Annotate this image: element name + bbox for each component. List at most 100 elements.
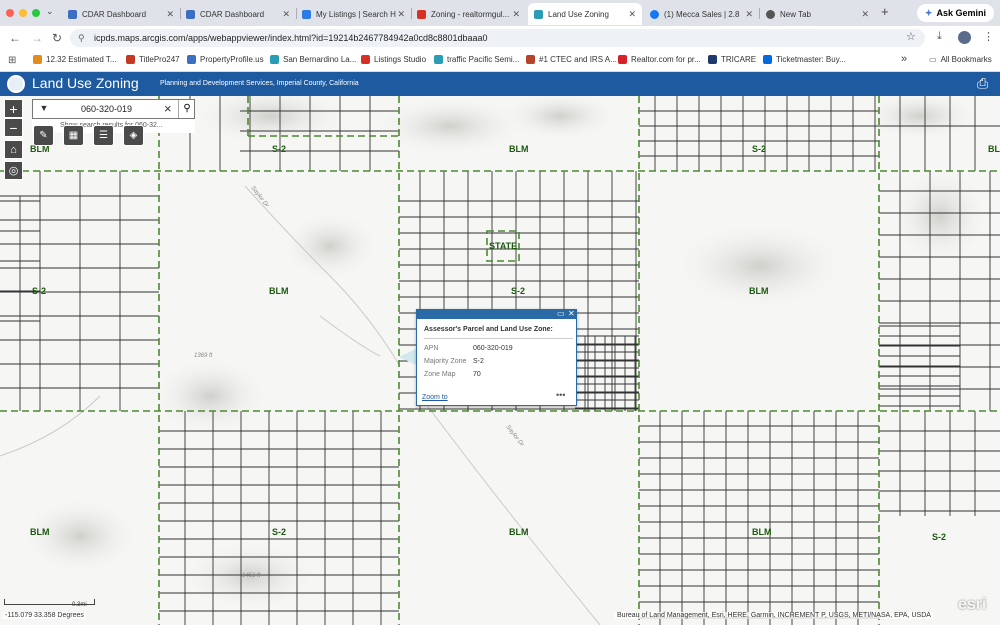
- identify-popup: ▭ ✕ Assessor's Parcel and Land Use Zone:…: [416, 309, 577, 406]
- legend-icon[interactable]: ☰: [93, 125, 114, 146]
- tab-label: (1) Mecca Sales | 2.8: [664, 9, 740, 19]
- gemini-label: Ask Gemini: [936, 8, 986, 18]
- popup-field-label: Zone Map: [424, 371, 456, 378]
- popup-field-label: APN: [424, 345, 439, 352]
- layer-list-icon[interactable]: ◈: [123, 125, 144, 146]
- site-info-icon[interactable]: ⚲: [78, 33, 85, 44]
- tab-mecca-sales[interactable]: (1) Mecca Sales | 2.8 ✕: [644, 3, 759, 25]
- tab-close-icon[interactable]: ✕: [282, 9, 290, 20]
- map-view[interactable]: BLM S-2 BLM S-2 BLM S-2 BLM S-2 BLM STAT…: [0, 96, 1000, 625]
- tab-zoning[interactable]: Zoning - realtormgul... ✕: [411, 3, 526, 25]
- tab-close-icon[interactable]: ✕: [745, 9, 753, 20]
- zone-label: S-2: [511, 286, 526, 296]
- print-icon[interactable]: ⎙: [977, 75, 994, 92]
- bookmark-label: TRICARE: [721, 55, 757, 64]
- bookmark-item[interactable]: TRICARE: [708, 55, 756, 64]
- bookmark-item[interactable]: 12.32 Estimated T...: [33, 55, 117, 64]
- bookmark-label: traffic Pacific Semi...: [447, 55, 520, 64]
- tab-close-icon[interactable]: ✕: [861, 9, 869, 20]
- search-input[interactable]: 060-320-019: [81, 104, 132, 114]
- bookmark-star-icon[interactable]: ☆: [906, 30, 916, 43]
- tab-label: New Tab: [780, 9, 811, 19]
- bookmarks-overflow-button[interactable]: »: [901, 53, 907, 65]
- tab-close-icon[interactable]: ✕: [628, 9, 636, 20]
- maximize-popup-icon[interactable]: ▭: [557, 309, 565, 318]
- clear-search-icon[interactable]: ×: [164, 101, 172, 116]
- close-window-button[interactable]: [6, 9, 14, 17]
- draw-pencil-icon[interactable]: ✎: [33, 125, 54, 146]
- tab-close-icon[interactable]: ✕: [166, 9, 174, 20]
- close-popup-icon[interactable]: ✕: [568, 309, 575, 318]
- zone-label: BLM: [509, 144, 529, 154]
- back-arrow-icon[interactable]: ←: [9, 31, 21, 45]
- reload-icon[interactable]: ↻: [52, 31, 62, 45]
- popup-more-actions-icon[interactable]: •••: [556, 390, 565, 400]
- zone-label: BLM: [509, 527, 529, 537]
- address-bar-row: ← → ↻ ⚲ icpds.maps.arcgis.com/apps/webap…: [0, 26, 1000, 50]
- bookmark-item[interactable]: traffic Pacific Semi...: [434, 55, 519, 64]
- download-icon[interactable]: ⤓: [937, 30, 942, 43]
- apps-grid-icon[interactable]: ⊞: [8, 55, 16, 66]
- tab-cdar-dashboard-2[interactable]: CDAR Dashboard ✕: [180, 3, 296, 25]
- url-field[interactable]: ⚲ icpds.maps.arcgis.com/apps/webappviewe…: [70, 29, 925, 47]
- search-icon[interactable]: ⚲: [178, 100, 195, 118]
- my-location-icon[interactable]: ◎: [4, 161, 23, 180]
- elevation-label: 1369 ft: [194, 353, 213, 359]
- bookmark-favicon-icon: [33, 55, 42, 64]
- tab-favicon-icon: [186, 9, 195, 19]
- tab-close-icon[interactable]: ✕: [512, 9, 520, 20]
- app-title: Land Use Zoning: [32, 75, 139, 91]
- esri-logo: esri: [958, 596, 987, 613]
- maximize-window-button[interactable]: [32, 9, 40, 17]
- bookmark-item[interactable]: San Bernardino La...: [270, 55, 356, 64]
- bookmark-item[interactable]: Realtor.com for pr...: [618, 55, 701, 64]
- parcel-search: ▼ 060-320-019 × ⚲: [32, 99, 195, 119]
- tab-label: CDAR Dashboard: [200, 9, 265, 19]
- tab-my-listings[interactable]: My Listings | Search H ✕: [296, 3, 411, 25]
- basemap-gallery-icon[interactable]: ▦: [63, 125, 84, 146]
- bookmark-label: Listings Studio: [374, 55, 427, 64]
- tab-cdar-dashboard-1[interactable]: CDAR Dashboard ✕: [62, 3, 180, 25]
- zoom-in-button[interactable]: +: [4, 99, 23, 118]
- tab-favicon-icon: [68, 9, 77, 19]
- home-icon[interactable]: ⌂: [4, 140, 23, 159]
- zone-label: BLM: [269, 286, 289, 296]
- bookmark-item[interactable]: Ticketmaster: Buy...: [763, 55, 846, 64]
- bookmark-item[interactable]: Listings Studio: [361, 55, 426, 64]
- county-seal-logo: [7, 75, 25, 93]
- tab-close-icon[interactable]: ✕: [397, 9, 405, 20]
- folder-icon: ▭: [929, 55, 937, 64]
- popup-field-value: 70: [473, 371, 481, 378]
- coordinate-readout: -115.079 33.358 Degrees: [3, 612, 86, 619]
- elevation-label: 1451 ft: [242, 573, 261, 579]
- bookmark-item[interactable]: TitlePro247: [126, 55, 180, 64]
- popup-divider: [424, 338, 573, 339]
- tab-new-tab[interactable]: New Tab ✕: [760, 3, 875, 25]
- zoom-out-button[interactable]: −: [4, 118, 23, 137]
- ask-gemini-button[interactable]: ✦ Ask Gemini: [916, 4, 994, 22]
- tab-label: CDAR Dashboard: [82, 9, 147, 19]
- map-attribution[interactable]: Bureau of Land Management, Esri, HERE, G…: [615, 612, 933, 619]
- zone-label: BLM: [30, 527, 50, 537]
- forward-arrow-icon[interactable]: →: [31, 31, 43, 45]
- more-menu-icon[interactable]: ⋮: [983, 30, 994, 43]
- minimize-window-button[interactable]: [19, 9, 27, 17]
- browser-tab-bar: ⌄ CDAR Dashboard ✕ CDAR Dashboard ✕ My L…: [0, 0, 1000, 26]
- bookmark-label: Realtor.com for pr...: [631, 55, 701, 64]
- search-source-dropdown-icon[interactable]: ▼: [36, 103, 52, 116]
- profile-avatar[interactable]: [958, 31, 971, 44]
- popup-title: Assessor's Parcel and Land Use Zone:: [424, 326, 553, 333]
- tab-land-use-zoning[interactable]: Land Use Zoning ✕: [528, 3, 642, 25]
- zoom-to-link[interactable]: Zoom to: [422, 394, 448, 401]
- bookmark-item[interactable]: #1 CTEC and IRS A...: [526, 55, 617, 64]
- tab-label: Zoning - realtormgul...: [431, 9, 510, 19]
- bookmark-label: #1 CTEC and IRS A...: [539, 55, 617, 64]
- tab-list-chevron-icon[interactable]: ⌄: [46, 6, 54, 17]
- new-tab-button[interactable]: +: [881, 4, 889, 19]
- bookmark-item[interactable]: PropertyProfile.us: [187, 55, 264, 64]
- all-bookmarks-button[interactable]: ▭ All Bookmarks: [929, 55, 992, 64]
- bookmark-favicon-icon: [361, 55, 370, 64]
- bookmark-favicon-icon: [763, 55, 772, 64]
- gemini-sparkle-icon: ✦: [924, 7, 933, 18]
- tab-favicon-icon: [302, 9, 311, 19]
